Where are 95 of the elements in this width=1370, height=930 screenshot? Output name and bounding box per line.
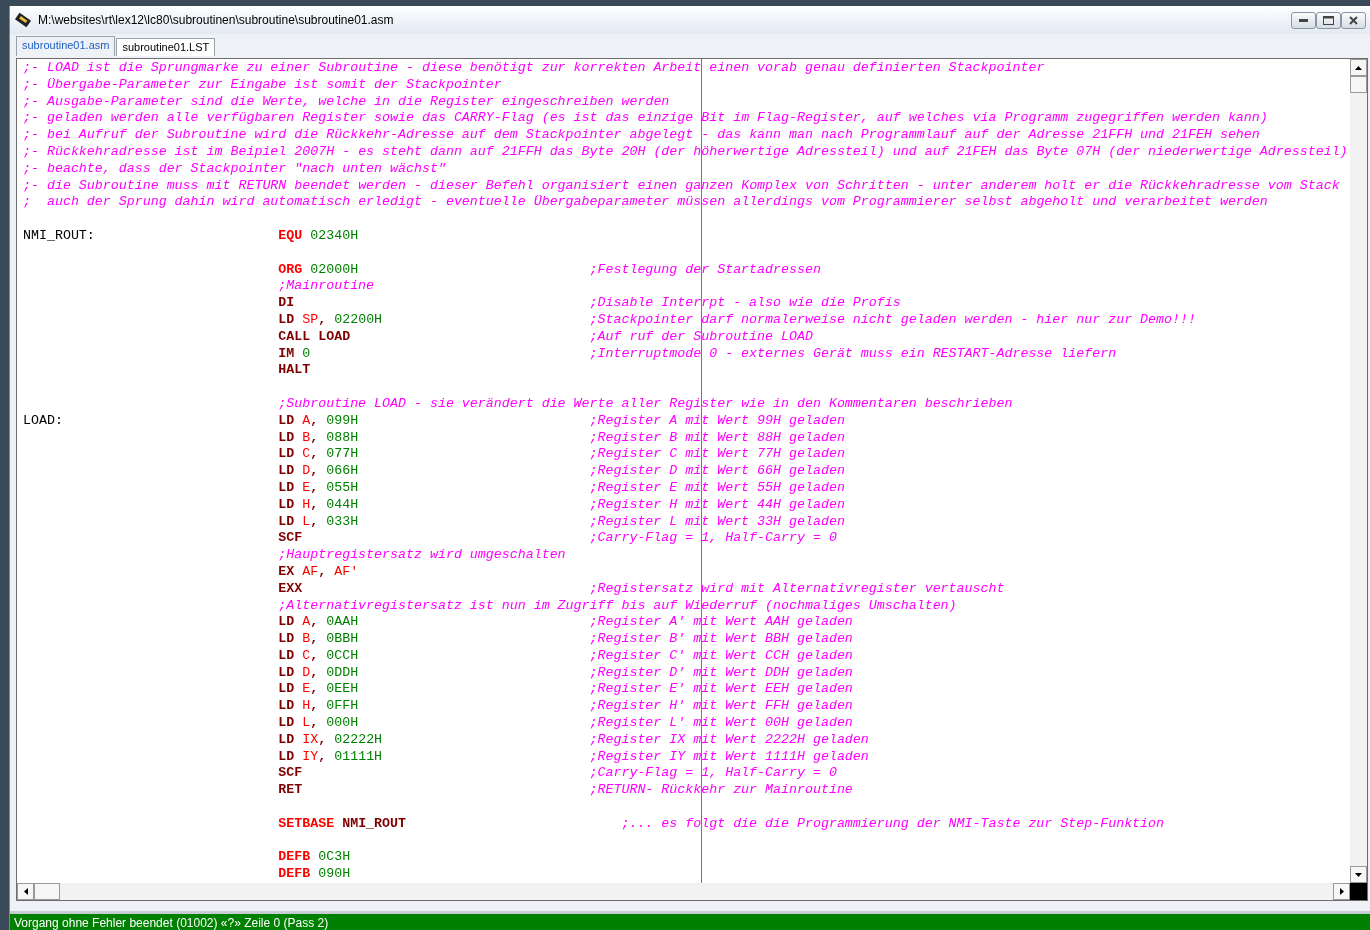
scrollbar-thumb[interactable] bbox=[34, 883, 60, 900]
code-comment: ;Stackpointer darf normalerweise nicht geladen werden - hier nur zur Demo!!! bbox=[589, 311, 1196, 327]
code-instruction: LD E, 055H bbox=[278, 479, 360, 497]
code-comment: ; auch der Sprung dahin wird automatisch erledigt - eventuelle Übergabeparameter müssen allerdings vom Programmierer selbst abgeholt und verarbeitet werden bbox=[23, 194, 1268, 210]
code-comment: ;... es folgt die die Programmierung der NMI-Taste zur Step-Funktion bbox=[620, 815, 1165, 831]
code-instruction: LD D, 0DDH bbox=[278, 664, 360, 682]
code-instruction: LD SP, 02200H bbox=[278, 311, 384, 329]
code-label: LOAD: bbox=[23, 412, 64, 430]
up-arrow-icon bbox=[1355, 65, 1362, 70]
vertical-scrollbar[interactable] bbox=[1350, 59, 1367, 883]
code-comment: ;Carry-Flag = 1, Half-Carry = 0 bbox=[589, 765, 837, 781]
code-comment: ;Mainroutine bbox=[278, 278, 376, 296]
code-comment: ;- bei Aufruf der Subroutine wird die Rückkehr-Adresse auf dem Stackpointer abgelegt - das kann man nach Programmlauf auf der Adresse 21FFH und 21FEH sehen bbox=[23, 127, 1260, 143]
code-comment: ;Register D mit Wert 66H geladen bbox=[589, 463, 845, 479]
code-instruction: SETBASE NMI_ROUT bbox=[278, 815, 407, 833]
restore-icon bbox=[1323, 15, 1334, 25]
code-comment: ;- geladen werden alle verfügbaren Register sowie das CARRY-Flag (es ist das einzige Bit im Flag-Register, auf welches via Programm zugegriffen werden kann) bbox=[23, 110, 1268, 126]
code-instruction: LD A, 0AAH bbox=[278, 614, 360, 632]
code-instruction: EX AF, AF' bbox=[278, 563, 360, 581]
code-instruction: HALT bbox=[278, 362, 312, 380]
code-comment: ;Registersatz wird mit Alternativregister vertauscht bbox=[589, 580, 1005, 596]
scrollbar-corner bbox=[1350, 883, 1367, 900]
code-instruction: LD B, 088H bbox=[278, 429, 360, 447]
code-comment: ;Register A mit Wert 99H geladen bbox=[589, 412, 845, 428]
left-arrow-icon bbox=[23, 888, 28, 895]
code-comment: ;- Rückkehradresse ist im Beipiel 2007H - es steht dann auf 21FFH das Byte 20H (der höherwertige Adressteil) und auf 21FEH das Byte 07H (der niederwertige Adressteil) bbox=[23, 144, 1348, 159]
code-instruction: LD A, 099H bbox=[278, 412, 360, 430]
code-instruction: LD B, 0BBH bbox=[278, 631, 360, 648]
code-instruction: CALL LOAD bbox=[278, 328, 352, 346]
code-comment: ;Register E mit Wert 55H geladen bbox=[589, 479, 845, 495]
code-comment: ;Register H mit Wert 44H geladen bbox=[589, 496, 845, 512]
code-instruction: ORG 02000H bbox=[278, 261, 360, 279]
code-instruction: LD E, 0EEH bbox=[278, 681, 360, 699]
scroll-down-button[interactable] bbox=[1350, 866, 1367, 883]
close-icon bbox=[1349, 15, 1358, 25]
code-comment: ;Register H' mit Wert FFH geladen bbox=[589, 698, 853, 714]
code-comment: ;Festlegung der Startadressen bbox=[589, 261, 821, 277]
code-comment: ;- Ausgabe-Parameter sind die Werte, welche in die Register eingeschreiben werden bbox=[23, 93, 670, 109]
code-instruction: RET bbox=[278, 782, 304, 800]
code-comment: ;Register IX mit Wert 2222H geladen bbox=[589, 731, 869, 747]
code-instruction: LD C, 0CCH bbox=[278, 647, 360, 665]
code-instruction: EXX bbox=[278, 580, 304, 598]
file-tab[interactable]: subroutine01.LST bbox=[116, 38, 216, 56]
code-instruction: LD D, 066H bbox=[278, 463, 360, 480]
code-comment: ;Register D' mit Wert DDH geladen bbox=[589, 664, 853, 680]
code-instruction: LD L, 033H bbox=[278, 513, 360, 531]
code-comment: ;RETURN- Rückkehr zur Mainroutine bbox=[589, 782, 853, 798]
code-instruction: LD C, 077H bbox=[278, 446, 360, 464]
right-arrow-icon bbox=[1339, 888, 1344, 895]
code-instruction: LD H, 044H bbox=[278, 496, 360, 514]
code-comment: ;Interruptmode 0 - externes Gerät muss ein RESTART-Adresse liefern bbox=[589, 345, 1117, 361]
close-button[interactable] bbox=[1341, 11, 1366, 29]
code-comment: ;Register C' mit Wert CCH geladen bbox=[589, 647, 853, 663]
code-instruction: LD IY, 01111H bbox=[278, 748, 384, 766]
code-comment: ;Subroutine LOAD - sie verändert die Werte aller Register wie in den Kommentaren beschrieben bbox=[278, 395, 1013, 413]
code-comment: ;Register L' mit Wert 00H geladen bbox=[589, 715, 853, 731]
code-comment: ;Register IY mit Wert 1111H geladen bbox=[589, 748, 869, 764]
code-instruction: LD L, 000H bbox=[278, 715, 360, 732]
code-comment: ;Disable Interrpt - also wie die Profis bbox=[589, 295, 901, 311]
code-comment: ;Carry-Flag = 1, Half-Carry = 0 bbox=[589, 530, 837, 546]
code-comment: ;Register A' mit Wert AAH geladen bbox=[589, 614, 853, 630]
code-comment: ;- Übergabe-Parameter zur Eingabe ist somit der Stackpointer bbox=[23, 76, 502, 92]
code-instruction: IM 0 bbox=[278, 345, 312, 363]
scrollbar-thumb[interactable] bbox=[1350, 76, 1367, 93]
code-comment: ;Register B' mit Wert BBH geladen bbox=[589, 631, 853, 647]
code-comment: ;- beachte, dass der Stackpointer "nach unten wächst" bbox=[23, 160, 446, 176]
code-comment: ;- die Subroutine muss mit RETURN beendet werden - dieser Befehl organisiert einen ganzen Komplex von Schritten - unter anderem holt er die Rückkehradresse vom Stack bbox=[23, 177, 1340, 193]
status-bar: Vorgang ohne Fehler beendet (01002) «?» Zeile 0 (Pass 2) bbox=[10, 911, 1370, 930]
code-comment: ;Register B mit Wert 88H geladen bbox=[589, 429, 845, 445]
code-instruction: SCF bbox=[278, 765, 304, 783]
horizontal-scrollbar[interactable] bbox=[17, 883, 1367, 900]
code-instruction: LD IX, 02222H bbox=[278, 731, 384, 749]
minimize-icon bbox=[1299, 18, 1308, 22]
window-title: M:\websites\rt\lex12\lc80\subroutinen\subroutine\subroutine01.asm bbox=[38, 12, 394, 29]
scroll-left-button[interactable] bbox=[17, 883, 34, 900]
code-comment: ;Hauptregistersatz wird umgeschalten bbox=[278, 547, 567, 564]
minimize-button[interactable] bbox=[1291, 11, 1316, 29]
code-comment: ;Register E' mit Wert EEH geladen bbox=[589, 681, 853, 697]
down-arrow-icon bbox=[1355, 872, 1362, 877]
file-tab[interactable]: subroutine01.asm bbox=[16, 36, 116, 56]
code-comment: ;Register L mit Wert 33H geladen bbox=[589, 513, 845, 529]
code-instruction: SCF bbox=[278, 530, 304, 548]
code-comment: ;Alternativregistersatz ist nun im Zugriff bis auf Wiederruf (nochmaliges Umschalten) bbox=[278, 597, 957, 615]
maximize-button[interactable] bbox=[1316, 11, 1341, 29]
code-comment: ;Register C mit Wert 77H geladen bbox=[589, 446, 845, 462]
scroll-up-button[interactable] bbox=[1350, 59, 1367, 76]
code-label: NMI_ROUT: bbox=[23, 227, 96, 245]
code-instruction: EQU 02340H bbox=[278, 227, 360, 245]
code-instruction: LD H, 0FFH bbox=[278, 698, 360, 716]
code-instruction: DEFB 0C3H bbox=[278, 849, 352, 867]
code-instruction: DEFB 090H bbox=[278, 866, 352, 883]
code-comment: ;- LOAD ist die Sprungmarke zu einer Subroutine - diese benötigt zur korrekten Arbeit einen vorab genau definierten Stackpointer bbox=[23, 60, 1045, 75]
code-comment: ;Auf ruf der Subroutine LOAD bbox=[589, 328, 813, 344]
code-instruction: DI bbox=[278, 295, 296, 312]
scroll-right-button[interactable] bbox=[1333, 883, 1350, 900]
